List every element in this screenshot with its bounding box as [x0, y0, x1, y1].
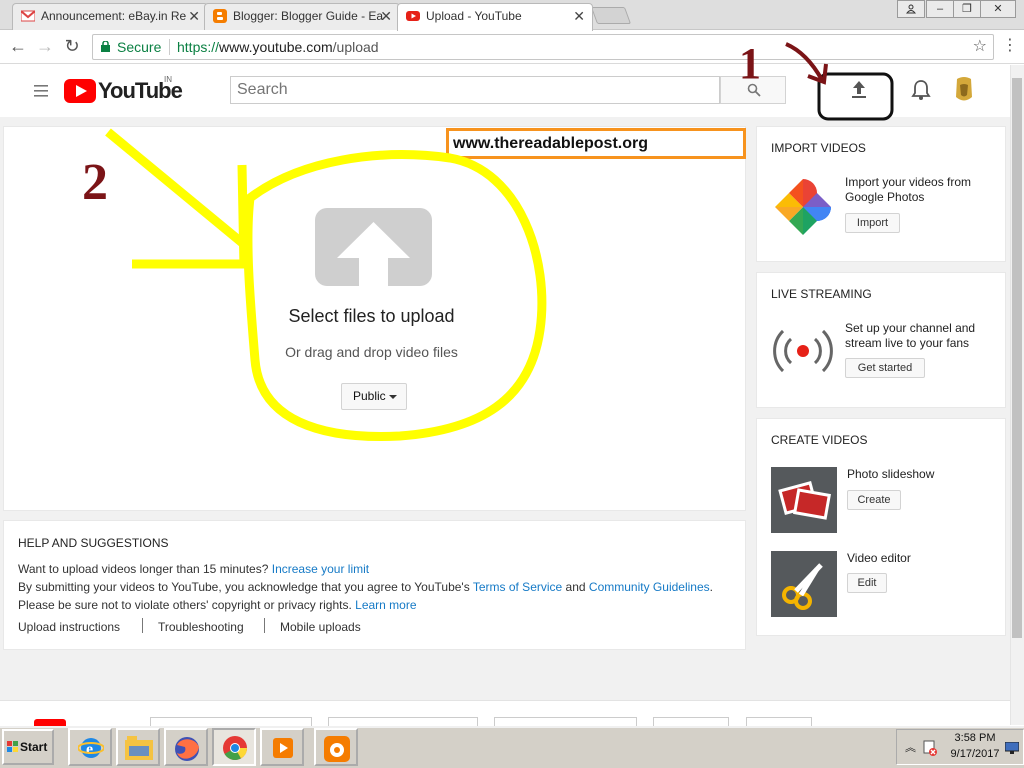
- live-streaming-text: Set up your channel and stream live to y…: [845, 321, 976, 350]
- reload-icon[interactable]: ↻: [62, 36, 82, 56]
- learn-more-link[interactable]: Learn more: [355, 598, 416, 612]
- video-editor-icon[interactable]: [771, 551, 837, 617]
- create-button[interactable]: Create: [847, 490, 901, 510]
- start-label: Start: [20, 740, 48, 754]
- notifications-bell-icon[interactable]: [911, 79, 931, 101]
- youtube-header: YouTube IN: [0, 65, 1024, 117]
- clock-date[interactable]: 9/17/2017: [946, 748, 1004, 760]
- url-text: https://www.youtube.com/upload: [177, 39, 379, 55]
- internet-explorer-taskbar-button[interactable]: e: [68, 728, 112, 766]
- chevron-down-icon: [389, 395, 397, 399]
- profile-icon[interactable]: [897, 0, 925, 18]
- tab-title: Announcement: eBay.in Re: [41, 9, 187, 23]
- annotation-number-2: 2: [82, 154, 108, 211]
- chrome-icon: [223, 736, 247, 761]
- upload-instructions-link[interactable]: Upload instructions: [18, 620, 120, 634]
- privacy-dropdown[interactable]: Public: [341, 383, 407, 410]
- footer-strip: [0, 700, 1010, 727]
- close-window-icon[interactable]: ✕: [980, 0, 1016, 18]
- google-photos-icon: [775, 179, 831, 235]
- upload-subtitle: Or drag and drop video files: [285, 344, 458, 360]
- annotation-number-1: 1: [739, 39, 761, 88]
- tab-title: Upload - YouTube: [426, 9, 522, 23]
- action-center-warning-icon[interactable]: [923, 740, 937, 756]
- close-icon[interactable]: ✕: [188, 4, 200, 28]
- privacy-value: Public: [353, 389, 386, 403]
- help-line-copyright: Please be sure not to violate others' co…: [18, 598, 417, 612]
- avatar[interactable]: [950, 75, 978, 105]
- tab-title: Blogger: Blogger Guide - Ea: [233, 9, 384, 23]
- troubleshooting-link[interactable]: Troubleshooting: [158, 620, 244, 634]
- tab-youtube-upload[interactable]: Upload - YouTube ✕: [397, 3, 593, 31]
- network-icon[interactable]: [1005, 742, 1019, 754]
- create-videos-title: CREATE VIDEOS: [771, 433, 868, 447]
- youtube-icon: [406, 11, 420, 21]
- restore-icon[interactable]: ❐: [953, 0, 981, 18]
- back-icon[interactable]: ←: [8, 36, 28, 56]
- blogger-icon: [213, 9, 227, 23]
- youtube-logo-icon[interactable]: [64, 79, 96, 103]
- browser-toolbar: ← → ↻ Secure https://www.youtube.com/upl…: [0, 30, 1024, 64]
- import-videos-text: Import your videos from Google Photos: [845, 175, 972, 204]
- start-button[interactable]: Start: [2, 729, 54, 765]
- scrollbar-thumb[interactable]: [1012, 78, 1022, 638]
- upload-icon[interactable]: [850, 80, 868, 100]
- help-line-terms: By submitting your videos to YouTube, yo…: [18, 580, 713, 594]
- get-started-button[interactable]: Get started: [845, 358, 925, 378]
- tray-expand-icon[interactable]: ︽: [905, 739, 916, 755]
- help-title: HELP AND SUGGESTIONS: [18, 536, 169, 550]
- increase-limit-link[interactable]: Increase your limit: [272, 562, 369, 576]
- help-line-limit: Want to upload videos longer than 15 min…: [18, 562, 370, 576]
- import-button[interactable]: Import: [845, 213, 900, 233]
- search-input[interactable]: [230, 76, 720, 104]
- live-broadcast-icon: [773, 329, 833, 373]
- bookmark-star-icon[interactable]: ☆: [973, 35, 987, 59]
- community-guidelines-link[interactable]: Community Guidelines: [589, 580, 710, 594]
- watermark-label: www.thereadablepost.org: [446, 128, 746, 159]
- close-icon[interactable]: ✕: [380, 4, 392, 28]
- divider: [264, 618, 265, 633]
- media-player-icon: [273, 738, 293, 758]
- clock-time[interactable]: 3:58 PM: [952, 732, 998, 744]
- tab-gmail[interactable]: Announcement: eBay.in Re ✕: [12, 3, 208, 30]
- mobile-uploads-link[interactable]: Mobile uploads: [280, 620, 361, 634]
- photo-slideshow-label: Photo slideshow: [847, 467, 935, 481]
- lock-icon: [101, 41, 110, 52]
- hamburger-menu-icon[interactable]: [34, 84, 50, 98]
- live-streaming-title: LIVE STREAMING: [771, 287, 872, 301]
- chrome-menu-icon[interactable]: ⋮: [1000, 36, 1020, 56]
- file-explorer-taskbar-button[interactable]: [116, 728, 160, 766]
- divider: [169, 39, 170, 55]
- upload-arrow-icon[interactable]: [315, 208, 432, 286]
- edit-button[interactable]: Edit: [847, 573, 887, 593]
- tab-blogger[interactable]: Blogger: Blogger Guide - Ea ✕: [204, 3, 400, 30]
- folder-icon: [125, 736, 153, 760]
- windows-logo-icon: [7, 741, 18, 752]
- region-code: IN: [164, 75, 172, 84]
- chrome-taskbar-button[interactable]: [212, 728, 256, 766]
- close-icon[interactable]: ✕: [573, 4, 585, 28]
- secure-label: Secure: [117, 39, 162, 55]
- divider: [142, 618, 143, 633]
- address-bar[interactable]: Secure https://www.youtube.com/upload ☆: [92, 34, 994, 60]
- terms-of-service-link[interactable]: Terms of Service: [473, 580, 562, 594]
- internet-explorer-icon: e: [78, 738, 104, 758]
- new-tab-button[interactable]: [590, 7, 632, 24]
- import-videos-title: IMPORT VIDEOS: [771, 141, 866, 155]
- firefox-taskbar-button[interactable]: [164, 728, 208, 766]
- forward-icon[interactable]: →: [35, 36, 55, 56]
- photo-slideshow-icon[interactable]: [771, 467, 837, 533]
- gmail-icon: [21, 10, 35, 22]
- media-player-taskbar-button[interactable]: [260, 728, 304, 766]
- uc-browser-taskbar-button[interactable]: [314, 728, 358, 766]
- minimize-icon[interactable]: –: [926, 0, 954, 18]
- video-editor-label: Video editor: [847, 551, 911, 565]
- uc-browser-icon: [324, 736, 350, 762]
- firefox-icon: [175, 737, 199, 761]
- upload-title: Select files to upload: [288, 306, 455, 326]
